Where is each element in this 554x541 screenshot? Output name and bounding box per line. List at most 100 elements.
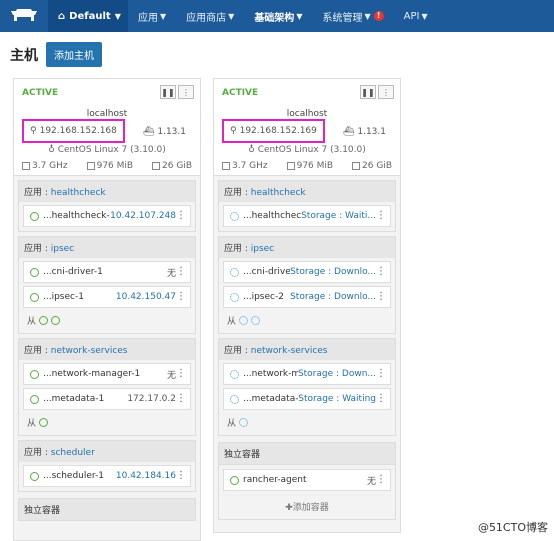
container-row[interactable]: ...ipsec-2 Storage : Downlo... ⋮ xyxy=(223,286,391,308)
container-name[interactable]: ...metadata-1 xyxy=(43,394,127,404)
host-card: ACTIVE ❚❚ ⋮ localhost ⚲ 192.168.152.168 … xyxy=(13,78,201,541)
container-row[interactable]: ...network-m... Storage : Down... ⋮ xyxy=(223,363,391,385)
container-row[interactable]: ...metadata-2 Storage : Waiting ⋮ xyxy=(223,388,391,410)
container-row[interactable]: ...metadata-1 172.17.0.2 ⋮ xyxy=(23,388,191,410)
running-status-icon xyxy=(230,475,239,485)
container-status: Storage : Down... xyxy=(297,369,376,379)
loading-status-icon[interactable] xyxy=(239,315,249,325)
host-ip-value: 192.168.152.169 xyxy=(239,126,317,136)
loading-status-icon xyxy=(230,394,239,404)
host-ip-value: 192.168.152.168 xyxy=(39,126,117,136)
container-name[interactable]: ...network-manager-1 xyxy=(43,369,167,379)
kebab-menu-icon[interactable]: ⋮ xyxy=(176,367,186,381)
container-name[interactable]: ...healthcheck... xyxy=(243,211,301,221)
container-name[interactable]: ...scheduler-1 xyxy=(43,471,116,481)
docker-version-value: 1.13.1 xyxy=(157,127,186,137)
loading-status-icon[interactable] xyxy=(251,315,261,325)
container-row[interactable]: ...cni-driver-1 无 ⋮ xyxy=(23,261,191,283)
top-navbar: ⌂ Default ▼ 应用 ▼ 应用商店 ▼ 基础架构 ▼ 系统管理 ▼! API ▼ xyxy=(0,0,554,32)
pause-icon[interactable]: ❚❚ xyxy=(160,85,176,99)
mem-value: 976 MiB xyxy=(296,161,334,171)
kebab-menu-icon[interactable]: ⋮ xyxy=(176,290,186,304)
stack-header: 应用 : network-services xyxy=(219,339,395,360)
cpu-value: 3.7 GHz xyxy=(32,161,68,171)
running-status-icon xyxy=(30,211,39,221)
sidekick-row: 从 xyxy=(23,311,191,329)
pause-icon[interactable]: ❚❚ xyxy=(360,85,376,99)
kebab-menu-icon[interactable]: ⋮ xyxy=(178,85,194,99)
container-name[interactable]: ...metadata-2 xyxy=(243,394,298,404)
container-row[interactable]: ...healthcheck... Storage : Waiti... ⋮ xyxy=(223,205,391,227)
add-container-label: 添加容器 xyxy=(292,503,329,513)
stack-link[interactable]: ipsec xyxy=(251,244,274,254)
container-row[interactable]: ...scheduler-1 10.42.184.16 ⋮ xyxy=(23,465,191,487)
kebab-menu-icon[interactable]: ⋮ xyxy=(176,209,186,223)
stack-link[interactable]: network-services xyxy=(51,346,128,356)
running-status-icon[interactable] xyxy=(51,315,61,325)
running-status-icon xyxy=(30,267,39,277)
kebab-menu-icon[interactable]: ⋮ xyxy=(376,290,386,304)
link-icon: ⚲ xyxy=(30,126,37,136)
container-name[interactable]: ...healthcheck-1 xyxy=(43,211,110,221)
container-ip: 无 xyxy=(166,370,176,381)
kebab-menu-icon[interactable]: ⋮ xyxy=(376,209,386,223)
stack-prefix: 应用 : xyxy=(24,188,51,198)
host-os-value: CentOS Linux 7 (3.10.0) xyxy=(57,145,166,155)
stack-link[interactable]: healthcheck xyxy=(51,188,106,198)
kebab-menu-icon[interactable]: ⋮ xyxy=(376,265,386,279)
kebab-menu-icon[interactable]: ⋮ xyxy=(176,392,186,406)
stack-network-services: 应用 : network-services ...network-m... St… xyxy=(218,338,396,436)
add-host-button[interactable]: 添加主机 xyxy=(46,42,102,67)
menu-infrastructure[interactable]: 基础架构 ▼ xyxy=(244,0,312,32)
container-row[interactable]: ...network-manager-1 无 ⋮ xyxy=(23,363,191,385)
plus-icon: ✚ xyxy=(285,503,293,513)
menu-catalog[interactable]: 应用商店 ▼ xyxy=(176,0,244,32)
linux-icon: ♁ xyxy=(48,145,55,155)
page-title: 主机 xyxy=(10,47,38,64)
mem-stat: 976 MiB xyxy=(86,161,133,171)
kebab-menu-icon[interactable]: ⋮ xyxy=(176,265,186,279)
kebab-menu-icon[interactable]: ⋮ xyxy=(378,85,394,99)
env-selector[interactable]: ⌂ Default ▼ xyxy=(48,0,128,32)
container-name[interactable]: ...ipsec-2 xyxy=(243,292,290,302)
stack-link[interactable]: ipsec xyxy=(51,244,74,254)
menu-api-label: API xyxy=(403,10,420,22)
env-label: Default xyxy=(69,10,111,22)
kebab-menu-icon[interactable]: ⋮ xyxy=(176,469,186,483)
menu-admin[interactable]: 系统管理 ▼! xyxy=(312,0,393,32)
container-row[interactable]: rancher-agent 无 ⋮ xyxy=(223,469,391,491)
kebab-menu-icon[interactable]: ⋮ xyxy=(376,367,386,381)
running-status-icon[interactable] xyxy=(39,417,49,427)
menu-apps[interactable]: 应用 ▼ xyxy=(128,0,176,32)
kebab-menu-icon[interactable]: ⋮ xyxy=(376,473,386,487)
container-ip: 172.17.0.2 xyxy=(127,394,176,404)
container-name[interactable]: ...network-m... xyxy=(243,369,298,379)
cow-logo-icon[interactable] xyxy=(0,0,48,32)
host-state: ACTIVE xyxy=(22,88,59,98)
cpu-stat: 3.7 GHz xyxy=(22,161,68,171)
container-row[interactable]: ...cni-drive... Storage : Downlo... ⋮ xyxy=(223,261,391,283)
sidekick-row: 从 xyxy=(223,413,391,431)
alert-badge: ! xyxy=(373,11,384,21)
menu-api[interactable]: API ▼ xyxy=(394,0,438,32)
container-name[interactable]: rancher-agent xyxy=(243,475,367,485)
stack-link[interactable]: scheduler xyxy=(51,448,95,458)
stack-link[interactable]: healthcheck xyxy=(251,188,306,198)
host-header: ACTIVE ❚❚ ⋮ localhost ⚲ 192.168.152.169 … xyxy=(214,79,400,176)
container-name[interactable]: ...ipsec-1 xyxy=(43,292,116,302)
stack-prefix: 应用 : xyxy=(24,244,51,254)
container-name[interactable]: ...cni-drive... xyxy=(243,267,290,277)
running-status-icon[interactable] xyxy=(39,315,49,325)
stack-link[interactable]: network-services xyxy=(251,346,328,356)
kebab-menu-icon[interactable]: ⋮ xyxy=(376,392,386,406)
add-container-button[interactable]: ✚添加容器 xyxy=(223,494,391,515)
loading-status-icon[interactable] xyxy=(239,417,249,427)
chevron-down-icon: ▼ xyxy=(114,11,121,21)
container-ip: 无 xyxy=(166,268,176,279)
running-status-icon xyxy=(30,394,39,404)
home-icon: ⌂ xyxy=(58,10,66,22)
docker-version: ⛴ 1.13.1 xyxy=(343,127,386,137)
container-row[interactable]: ...ipsec-1 10.42.150.47 ⋮ xyxy=(23,286,191,308)
container-name[interactable]: ...cni-driver-1 xyxy=(43,267,167,277)
container-row[interactable]: ...healthcheck-1 10.42.107.248 ⋮ xyxy=(23,205,191,227)
